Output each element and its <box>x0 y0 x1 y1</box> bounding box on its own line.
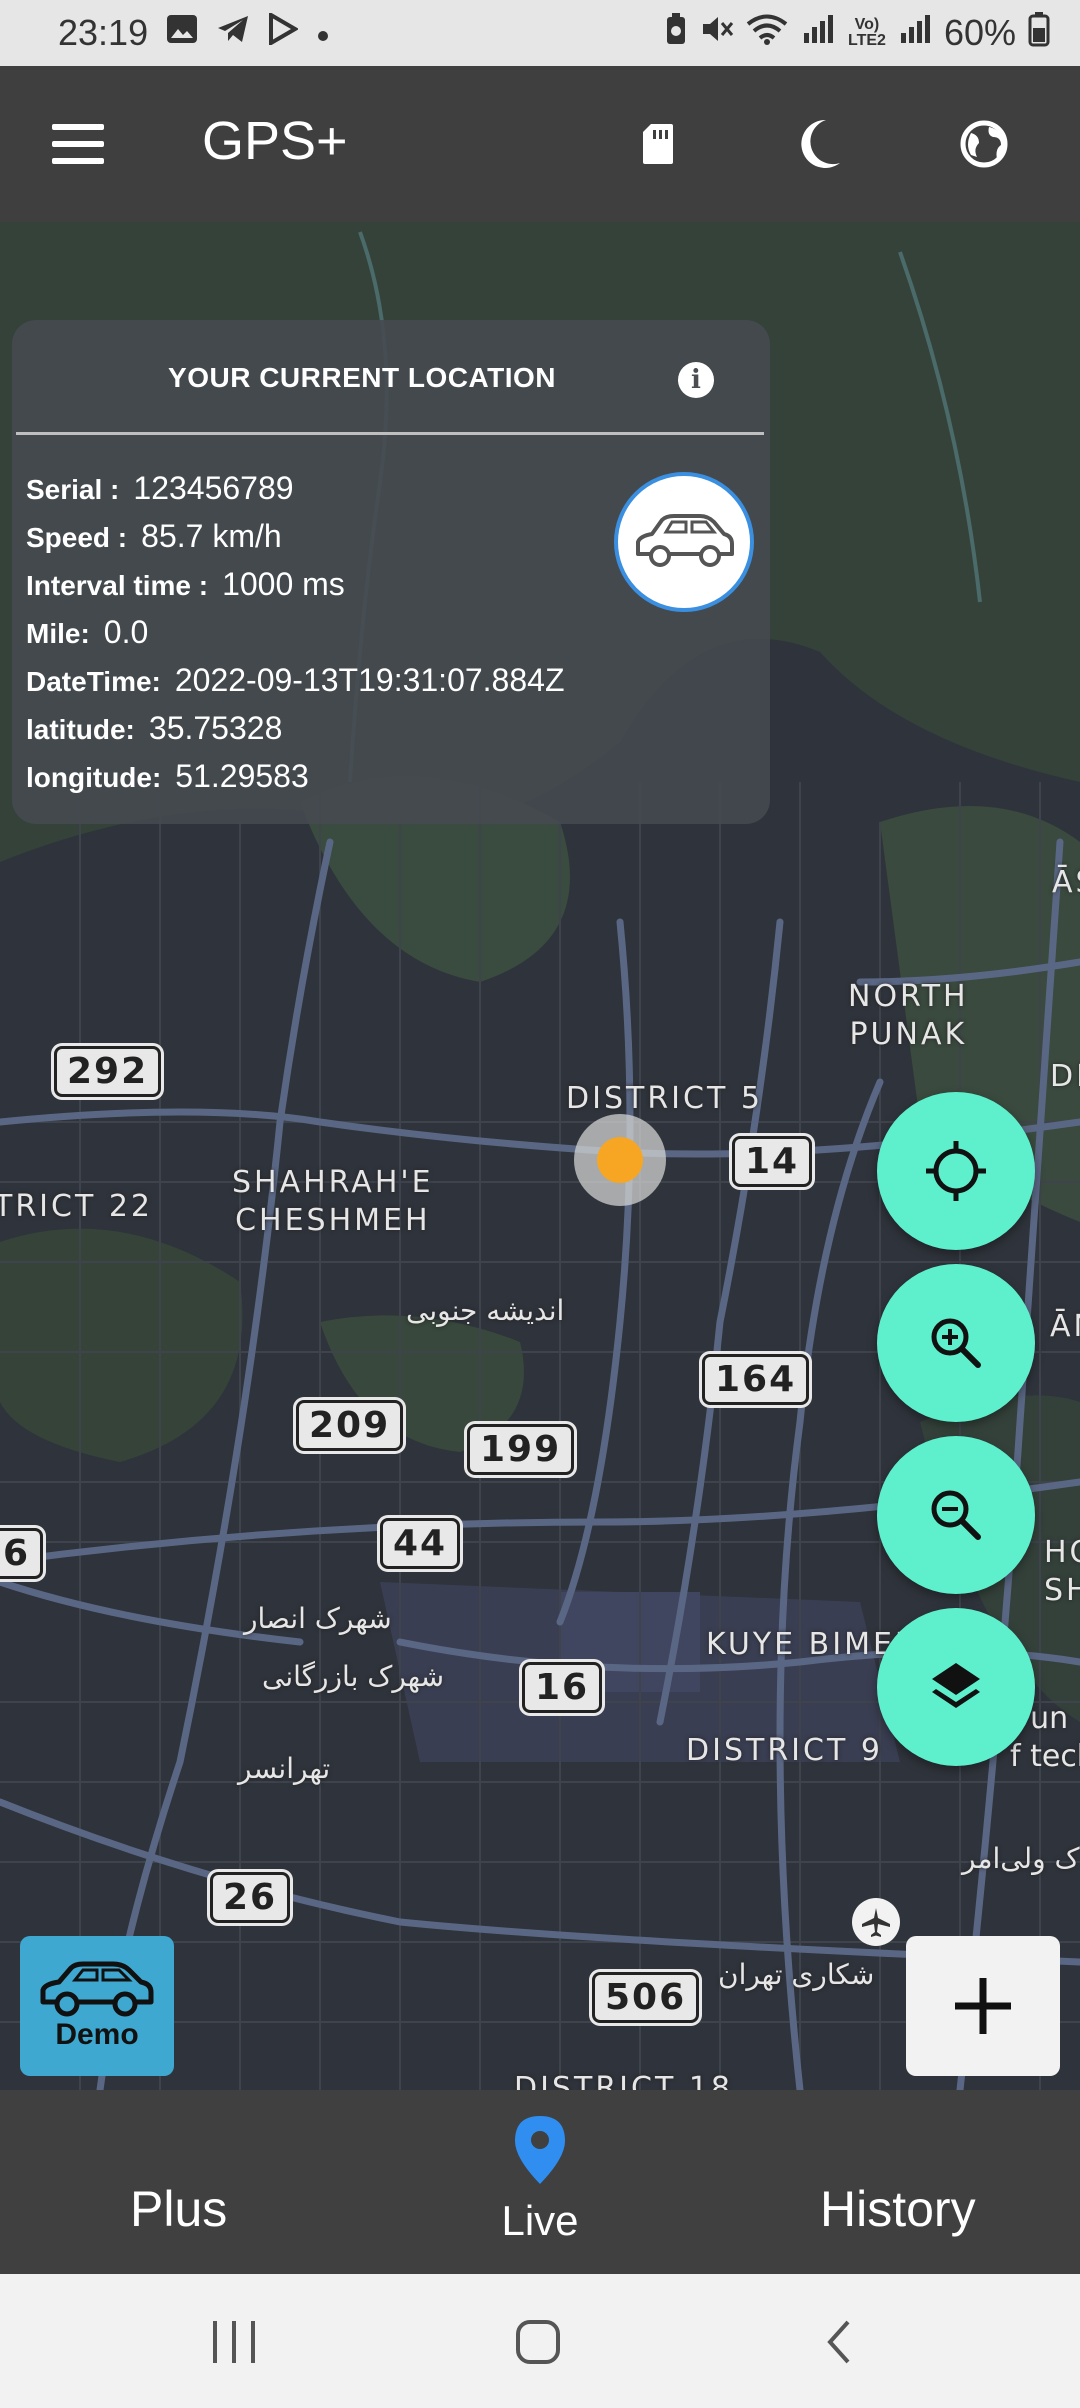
car-icon <box>636 514 734 567</box>
volte-icon: Vo) LTE2 <box>848 16 886 49</box>
info-row-latitude: latitude: 35.75328 <box>26 710 564 758</box>
info-key: DateTime: <box>26 666 161 697</box>
zoom-out-icon <box>931 1490 981 1540</box>
sd-card-icon[interactable] <box>628 114 688 174</box>
back-icon[interactable] <box>818 2314 858 2370</box>
zoom-in-button[interactable] <box>877 1264 1035 1422</box>
area-label-north-punak: NORTH PUNAK <box>848 979 969 1052</box>
area-label-as: ĀS <box>1052 865 1080 900</box>
fa-label: اندیشه جنوبی <box>406 1294 565 1327</box>
battery-percent: 60% <box>943 12 1016 53</box>
recent-apps-icon[interactable] <box>206 2314 262 2370</box>
signal-icon <box>898 12 932 54</box>
app-title: GPS+ <box>202 111 348 171</box>
road-label: 16 <box>522 1662 603 1713</box>
road-label: 164 <box>702 1354 810 1405</box>
road-label: 199 <box>467 1424 575 1475</box>
info-rows: Serial : 123456789 Speed : 85.7 km/h Int… <box>26 470 564 806</box>
area-label-district-18: DISTRICT 18 <box>514 2071 733 2090</box>
road-label: 292 <box>54 1046 162 1097</box>
system-nav-bar <box>0 2274 1080 2408</box>
menu-icon[interactable] <box>52 124 104 164</box>
info-row-speed: Speed : 85.7 km/h <box>26 518 564 566</box>
current-position-marker[interactable] <box>574 1114 666 1206</box>
status-time: 23:19 <box>58 12 149 53</box>
app-bar: GPS+ <box>0 66 1080 222</box>
area-label-district-5: DISTRICT 5 <box>566 1081 763 1116</box>
locate-button[interactable] <box>877 1092 1035 1250</box>
locate-icon <box>926 1141 986 1201</box>
info-value: 123456789 <box>133 470 294 506</box>
nav-history[interactable]: History <box>820 2180 976 2238</box>
wifi-icon <box>746 12 788 54</box>
road-label: 506 <box>592 1972 700 2023</box>
info-value: 2022-09-13T19:31:07.884Z <box>174 662 565 698</box>
airport-icon <box>852 1898 900 1946</box>
nav-live-label: Live <box>501 2197 579 2244</box>
info-row-serial: Serial : 123456789 <box>26 470 564 518</box>
add-button[interactable] <box>906 1936 1060 2076</box>
zoom-out-button[interactable] <box>877 1436 1035 1594</box>
car-icon <box>40 1961 154 2017</box>
road-label: 26 <box>210 1872 291 1923</box>
info-value: 51.29583 <box>175 758 309 794</box>
battery-icon <box>1028 11 1050 56</box>
road-label: 14 <box>732 1136 813 1187</box>
fa-label: شکاری تهران <box>718 1958 875 1991</box>
info-key: Interval time : <box>26 570 209 601</box>
status-bar: 23:19 Vo) LTE2 60% <box>0 0 1080 66</box>
area-label-shahrah: SHAHRAH'E CHESHMEH <box>232 1165 434 1238</box>
fa-label: تهرانسر <box>238 1752 331 1785</box>
telegram-icon <box>216 14 250 52</box>
info-value: 0.0 <box>103 614 149 650</box>
zoom-in-icon <box>931 1318 981 1368</box>
fa-label: شهرک انصار <box>244 1602 392 1635</box>
info-key: Speed : <box>26 522 128 553</box>
info-value: 85.7 km/h <box>141 518 282 554</box>
info-icon[interactable]: i <box>678 362 714 398</box>
info-row-datetime: DateTime: 2022-09-13T19:31:07.884Z <box>26 662 564 710</box>
nav-live[interactable]: Live <box>470 2114 610 2245</box>
info-key: longitude: <box>26 762 162 793</box>
fa-label: شهرک بازرگانی <box>262 1660 445 1693</box>
location-pin-icon <box>515 2116 565 2184</box>
area-label-an: ĀN <box>1050 1309 1080 1344</box>
road-label: 6 <box>0 1528 44 1579</box>
info-row-interval: Interval time : 1000 ms <box>26 566 564 614</box>
signal-r-icon <box>800 12 836 54</box>
mute-icon <box>700 12 734 54</box>
battery-saver-icon <box>664 12 688 55</box>
info-value: 35.75328 <box>148 710 283 746</box>
road-label: 44 <box>380 1518 461 1569</box>
info-row-longitude: longitude: 51.29583 <box>26 758 564 806</box>
info-value: 1000 ms <box>222 566 345 602</box>
demo-button[interactable]: Demo <box>20 1936 174 2076</box>
image-icon <box>166 14 198 52</box>
bottom-nav: Plus Live History <box>0 2090 1080 2274</box>
card-divider <box>16 432 764 435</box>
location-info-card: YOUR CURRENT LOCATION i Serial : 1234567… <box>12 320 770 824</box>
home-icon[interactable] <box>508 2314 568 2370</box>
area-label-hom: HOM SH <box>1044 1535 1080 1608</box>
road-label: 209 <box>296 1400 404 1451</box>
area-label-di: DI <box>1050 1059 1080 1094</box>
info-key: Mile: <box>26 618 90 649</box>
play-store-icon <box>268 11 300 53</box>
plus-icon <box>955 1978 1011 2034</box>
info-key: Serial : <box>26 474 120 505</box>
area-label-district-22: TRICT 22 <box>0 1189 153 1224</box>
dot-icon <box>316 16 330 51</box>
dark-mode-icon[interactable] <box>790 114 850 174</box>
vehicle-avatar[interactable] <box>614 472 754 612</box>
area-label-district-9: DISTRICT 9 <box>686 1733 883 1768</box>
info-row-mile: Mile: 0.0 <box>26 614 564 662</box>
demo-label: Demo <box>55 2018 139 2051</box>
info-key: latitude: <box>26 714 135 745</box>
layers-button[interactable] <box>877 1608 1035 1766</box>
globe-icon[interactable] <box>954 114 1014 174</box>
card-title: YOUR CURRENT LOCATION <box>168 362 556 393</box>
nav-plus[interactable]: Plus <box>130 2180 227 2238</box>
fa-label: ک ولی‌امر <box>962 1842 1080 1875</box>
layers-icon <box>932 1663 980 1708</box>
